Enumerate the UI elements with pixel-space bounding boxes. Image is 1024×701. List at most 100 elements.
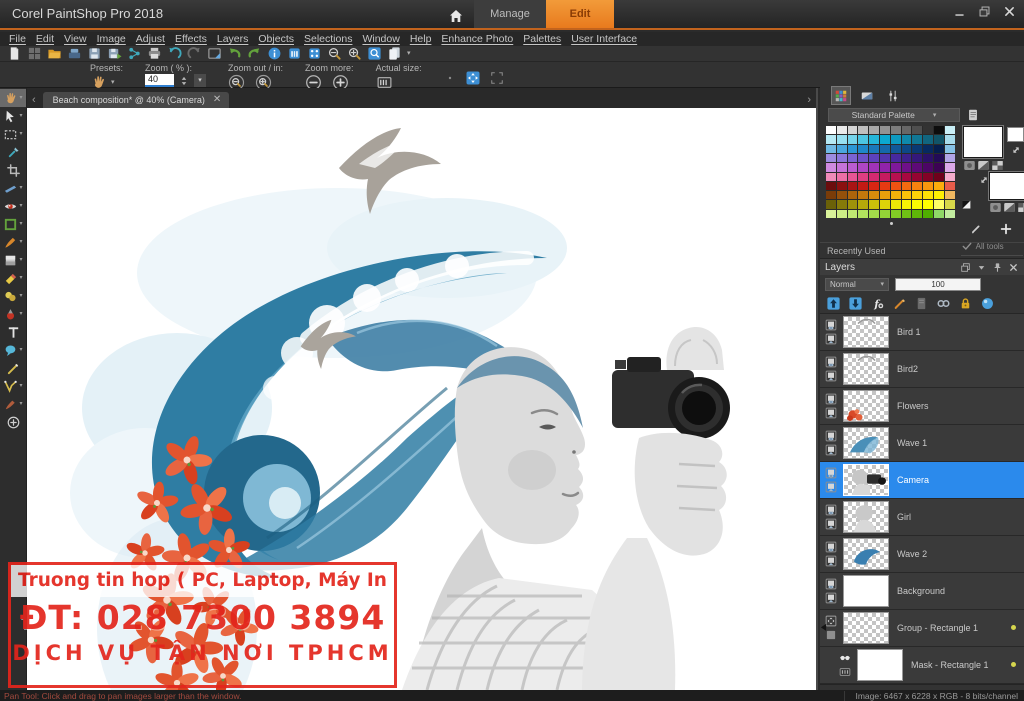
color-swatch[interactable] [837, 145, 847, 153]
layer-row-girl[interactable]: Girl [820, 499, 1024, 536]
opacity-slider[interactable]: 100 [895, 278, 981, 291]
open-toolbar-button[interactable] [47, 46, 62, 61]
layer-row-wave-2[interactable]: Wave 2 [820, 536, 1024, 573]
color-swatch[interactable] [912, 126, 922, 134]
li-badge-icon[interactable] [825, 481, 837, 493]
color-swatch[interactable] [891, 154, 901, 162]
color-swatch[interactable] [880, 182, 890, 190]
color-swatch[interactable] [902, 135, 912, 143]
zoom-spinner[interactable] [178, 75, 190, 87]
select-tool[interactable]: ▾ [0, 125, 26, 143]
layer-down-icon[interactable] [848, 296, 863, 311]
color-swatch[interactable] [858, 210, 868, 218]
clone-tool-flyout-icon[interactable]: ▾ [19, 293, 22, 299]
menu-window[interactable]: Window [357, 33, 404, 45]
undo-toolbar-button[interactable] [167, 46, 182, 61]
color-swatch[interactable] [891, 191, 901, 199]
workspace-tab-manage[interactable]: Manage [474, 0, 546, 28]
color-swatch[interactable] [848, 145, 858, 153]
materials-tab-swatches[interactable] [831, 86, 851, 105]
color-swatch[interactable] [923, 182, 933, 190]
color-swatch[interactable] [945, 173, 955, 181]
color-swatch[interactable] [869, 154, 879, 162]
color-swatch[interactable] [945, 182, 955, 190]
li-mask-icon[interactable] [839, 652, 851, 664]
color-swatch[interactable] [826, 126, 836, 134]
zoom-tool-tool[interactable] [0, 413, 26, 431]
color-swatch[interactable] [912, 182, 922, 190]
color-swatch[interactable] [858, 191, 868, 199]
fill-tool[interactable]: ▾ [0, 251, 26, 269]
li-ratio-icon[interactable] [839, 666, 851, 678]
makeover-tool-flyout-icon[interactable]: ▾ [19, 221, 22, 227]
color-swatch[interactable] [880, 126, 890, 134]
color-swatch[interactable] [848, 126, 858, 134]
li-vis-icon[interactable] [825, 430, 837, 442]
li-badge-icon[interactable] [825, 407, 837, 419]
color-swatch[interactable] [826, 200, 836, 208]
color-swatch[interactable] [858, 154, 868, 162]
color-swatch[interactable] [826, 145, 836, 153]
tab-scroll-right-icon[interactable]: › [802, 94, 816, 108]
layer-row-background[interactable]: Background [820, 573, 1024, 610]
layer-thumbnail[interactable] [843, 353, 889, 385]
menu-objects[interactable]: Objects [253, 33, 299, 45]
menu-image[interactable]: Image [92, 33, 131, 45]
minimize-button[interactable] [953, 5, 966, 18]
zoom-out-toolbar-button[interactable] [327, 46, 342, 61]
foreground-swatch[interactable] [963, 126, 1003, 158]
color-swatch[interactable] [837, 154, 847, 162]
color-swatch[interactable] [869, 200, 879, 208]
color-swatch[interactable] [945, 200, 955, 208]
color-swatch[interactable] [826, 163, 836, 171]
zoom-dropdown[interactable]: ▾ [194, 74, 206, 87]
workspace-tab-edit[interactable]: Edit [546, 0, 614, 28]
step-forward-toolbar-button[interactable] [247, 46, 262, 61]
dropper-tool[interactable] [0, 143, 26, 161]
red-eye-tool-flyout-icon[interactable]: ▾ [19, 203, 22, 209]
color-swatch[interactable] [837, 126, 847, 134]
fg-gradient-style-icon[interactable] [977, 159, 990, 170]
layer-thumbnail[interactable] [843, 575, 889, 607]
menu-layers[interactable]: Layers [212, 33, 254, 45]
color-swatch[interactable] [934, 210, 944, 218]
eraser-tool[interactable]: ▾ [0, 269, 26, 287]
fg-pattern-style-icon[interactable] [991, 159, 1004, 170]
smudge-tool-flyout-icon[interactable]: ▾ [19, 401, 22, 407]
document-tab[interactable]: Beach composition* @ 40% (Camera) ✕ [43, 92, 230, 108]
home-button[interactable] [440, 4, 472, 28]
color-swatch[interactable] [837, 135, 847, 143]
color-swatch[interactable] [869, 145, 879, 153]
color-swatch[interactable] [891, 145, 901, 153]
zoom-in-toolbar-button[interactable] [347, 46, 362, 61]
color-swatch[interactable] [837, 173, 847, 181]
bg-gradient-style-icon[interactable] [1003, 201, 1016, 212]
fill-tool-flyout-icon[interactable]: ▾ [19, 257, 22, 263]
color-swatch[interactable] [891, 163, 901, 171]
layer-sphere-icon[interactable] [980, 296, 995, 311]
layer-thumbnail[interactable] [857, 649, 903, 681]
clone-tool[interactable]: ▾ [0, 287, 26, 305]
color-swatch[interactable] [902, 182, 912, 190]
li-badge-icon[interactable] [825, 592, 837, 604]
color-swatch[interactable] [934, 145, 944, 153]
color-swatch[interactable] [869, 126, 879, 134]
all-tools-row[interactable]: All tools [961, 240, 1023, 256]
color-swatch[interactable] [837, 163, 847, 171]
layers-header-dropdown-icon[interactable] [976, 262, 987, 273]
color-swatch[interactable] [869, 163, 879, 171]
zoom-window-toolbar-button[interactable] [367, 46, 382, 61]
smudge-tool[interactable]: ▾ [0, 395, 26, 413]
full-screen-button[interactable] [490, 71, 504, 85]
color-swatch[interactable] [923, 210, 933, 218]
color-swatch[interactable] [826, 191, 836, 199]
color-swatch[interactable] [934, 126, 944, 134]
color-swatch[interactable] [945, 191, 955, 199]
layer-thumbnail[interactable] [843, 612, 889, 644]
color-swatch[interactable] [826, 210, 836, 218]
color-swatch[interactable] [837, 191, 847, 199]
li-badge-icon[interactable] [825, 333, 837, 345]
makeover-tool[interactable]: ▾ [0, 215, 26, 233]
li-badge-icon[interactable] [825, 518, 837, 530]
color-swatch[interactable] [880, 154, 890, 162]
